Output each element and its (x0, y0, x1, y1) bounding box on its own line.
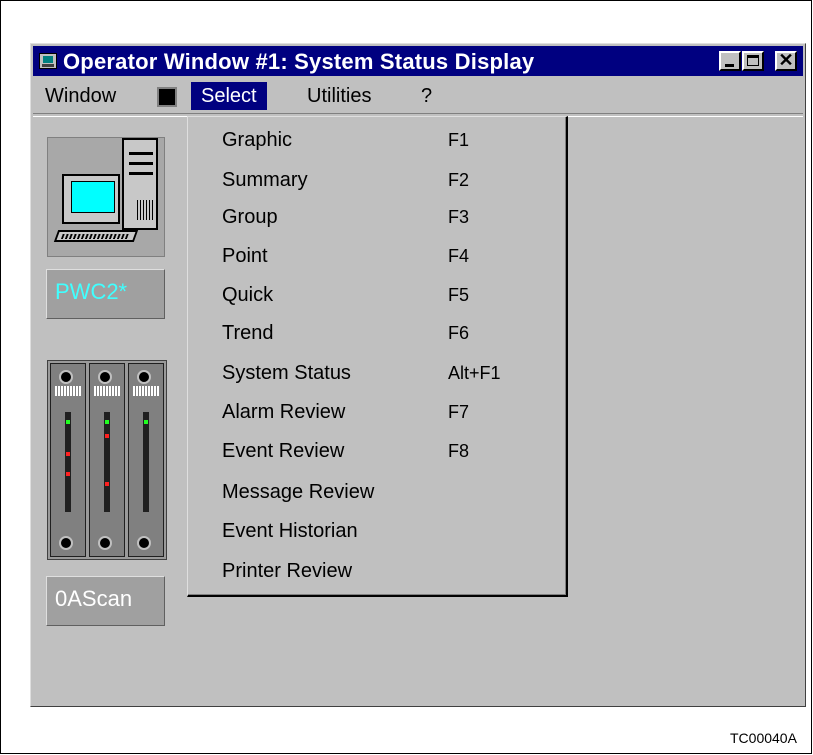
menu-item-message-review[interactable]: Message Review (222, 477, 374, 507)
menu-item-summary[interactable]: Summary (222, 165, 308, 195)
shortcut-trend: F6 (448, 323, 470, 343)
rack-label[interactable]: 0AScan (46, 576, 165, 626)
title-bar[interactable]: Operator Window #1: System Status Displa… (33, 46, 803, 76)
menu-item-printer-review[interactable]: Printer Review (222, 556, 352, 586)
monitor-icon (62, 174, 120, 224)
menu-item-trend[interactable]: Trend (222, 318, 274, 348)
monitor-screen (71, 181, 115, 213)
rack-module-2 (89, 363, 125, 557)
menu-item-event-historian[interactable]: Event Historian (222, 516, 358, 546)
minimize-button[interactable] (719, 51, 741, 71)
minimize-icon (725, 64, 734, 67)
menu-window[interactable]: Window (39, 84, 122, 108)
workstation-label[interactable]: PWC2* (46, 269, 165, 319)
tower-icon (122, 138, 158, 230)
window-title: Operator Window #1: System Status Displa… (63, 49, 535, 74)
menu-utilities[interactable]: Utilities (301, 84, 377, 108)
close-icon: ✕ (778, 50, 794, 70)
shortcut-group: F3 (448, 207, 470, 227)
rack-module-1 (50, 363, 86, 557)
workstation-icon[interactable] (47, 137, 165, 257)
system-menu-box-icon[interactable] (157, 87, 177, 107)
rack-module-icon[interactable] (47, 360, 167, 560)
shortcut-alarm-review: F7 (448, 402, 470, 422)
rack-module-3 (128, 363, 164, 557)
shortcut-event-review: F8 (448, 441, 470, 461)
shortcut-quick: F5 (448, 285, 470, 305)
shortcut-point: F4 (448, 246, 470, 266)
menu-item-event-review[interactable]: Event Review (222, 436, 344, 466)
menu-item-group[interactable]: Group (222, 202, 278, 232)
maximize-button[interactable] (742, 51, 764, 71)
menu-help[interactable]: ? (415, 84, 438, 108)
shortcut-system-status: Alt+F1 (448, 363, 501, 383)
select-dropdown-menu: Graphic F1 Summary F2 Group F3 Point F4 … (187, 116, 568, 597)
menu-item-alarm-review[interactable]: Alarm Review (222, 397, 345, 427)
shortcut-graphic: F1 (448, 130, 470, 150)
menu-item-point[interactable]: Point (222, 241, 268, 271)
figure-caption: TC00040A (730, 730, 797, 746)
menu-bar: Window Select Utilities ? (33, 77, 803, 117)
maximize-icon (747, 55, 759, 66)
menu-item-graphic[interactable]: Graphic (222, 125, 292, 155)
window-app-icon[interactable] (39, 53, 57, 69)
menu-item-quick[interactable]: Quick (222, 280, 273, 310)
menu-item-system-status[interactable]: System Status (222, 358, 351, 388)
menu-select[interactable]: Select (191, 82, 267, 110)
shortcut-summary: F2 (448, 170, 470, 190)
close-button[interactable]: ✕ (775, 50, 797, 71)
keyboard-icon (53, 230, 139, 242)
